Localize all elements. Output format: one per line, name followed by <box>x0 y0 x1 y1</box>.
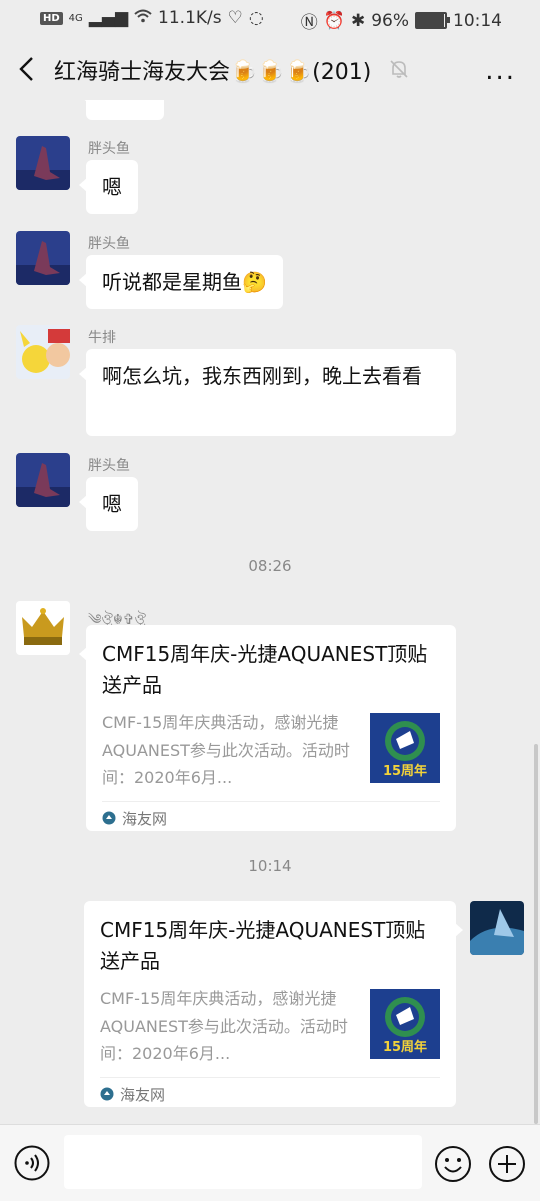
chevron-left-icon <box>19 57 33 81</box>
link-card-thumbnail: 15周年 <box>370 713 440 783</box>
thumbnail-label: 15周年 <box>383 1039 427 1055</box>
sender-name: 胖头鱼 <box>88 141 130 157</box>
link-card[interactable]: CMF15周年庆-光捷AQUANEST顶贴送产品 CMF-15周年庆典活动，感谢… <box>79 625 456 834</box>
avatar[interactable] <box>16 231 70 285</box>
nfc-icon: Ⓝ <box>300 13 318 33</box>
message-bubble[interactable]: 听说都是星期鱼🤔 <box>79 255 283 309</box>
signal-icon: ▂▄▆ <box>88 8 129 28</box>
time-divider: 08:26 <box>248 557 292 575</box>
avatar[interactable] <box>16 601 70 655</box>
smiley-icon <box>435 1146 471 1182</box>
emoji-button[interactable] <box>434 1145 472 1183</box>
link-card-title: CMF15周年庆-光捷AQUANEST顶贴送产品 <box>102 642 428 697</box>
alarm-icon: ⏰ <box>323 10 345 31</box>
chat-header: 红海骑士海友大会🍺🍺🍺(201) ... <box>0 38 540 100</box>
my-avatar[interactable] <box>470 901 524 955</box>
mute-bell-icon <box>388 58 410 80</box>
sender-name: 胖头鱼 <box>88 236 130 252</box>
plus-icon <box>489 1146 525 1182</box>
avatar[interactable] <box>16 136 70 190</box>
link-card-source: 海友网 <box>102 801 440 834</box>
net-speed: 11.1K/s <box>158 8 222 28</box>
time-divider: 10:14 <box>248 857 292 875</box>
battery-icon <box>415 12 450 29</box>
site-logo-icon <box>102 811 116 825</box>
link-card-body: CMF-15周年庆典活动，感谢光捷AQUANEST参与此次活动。活动时间：202… <box>102 709 440 791</box>
more-functions-button[interactable] <box>488 1145 526 1183</box>
message-list[interactable]: 胖头鱼 嗯 胖头鱼 听说都是星期鱼🤔 牛排 啊怎么坑，我东西刚到，晚上去看看 胖… <box>0 100 540 1124</box>
link-card-body: CMF-15周年庆典活动，感谢光捷AQUANEST参与此次活动。活动时间：202… <box>100 985 440 1067</box>
link-card-thumbnail: 15周年 <box>370 989 440 1059</box>
message-bubble[interactable]: 嗯 <box>79 477 138 531</box>
message-bubble-partial[interactable] <box>79 100 164 120</box>
sender-name: 牛排 <box>88 330 116 346</box>
link-card-source-name: 海友网 <box>122 809 168 828</box>
message-bubble[interactable]: 啊怎么坑，我东西刚到，晚上去看看 <box>79 349 456 436</box>
link-card-description: CMF-15周年庆典活动，感谢光捷AQUANEST参与此次活动。活动时间：202… <box>100 989 348 1063</box>
battery-percent: 96% <box>371 10 409 31</box>
back-button[interactable] <box>12 52 44 86</box>
link-card-source-name: 海友网 <box>120 1085 166 1104</box>
link-card-source: 海友网 <box>100 1077 440 1110</box>
bluetooth-icon: ✱ <box>350 10 366 31</box>
network-type: 4G <box>68 12 83 24</box>
link-card-title: CMF15周年庆-光捷AQUANEST顶贴送产品 <box>100 918 426 973</box>
heart-rate-icon: ♡ <box>227 8 243 28</box>
site-logo-icon <box>100 1087 114 1101</box>
thumbnail-label: 15周年 <box>383 763 427 779</box>
input-bar <box>0 1124 540 1201</box>
scrollbar[interactable] <box>534 744 538 1124</box>
wifi-icon <box>134 8 152 28</box>
message-input[interactable] <box>64 1135 422 1189</box>
message-bubble[interactable]: 嗯 <box>79 160 138 214</box>
sync-icon: ◌ <box>248 8 264 28</box>
voice-icon <box>14 1145 50 1181</box>
link-card-description: CMF-15周年庆典活动，感谢光捷AQUANEST参与此次活动。活动时间：202… <box>102 713 350 787</box>
sender-name: 胖头鱼 <box>88 458 130 474</box>
voice-input-button[interactable] <box>14 1145 50 1181</box>
avatar[interactable] <box>16 453 70 507</box>
avatar[interactable] <box>16 325 70 379</box>
chat-title: 红海骑士海友大会🍺🍺🍺(201) <box>54 60 372 85</box>
clock: 10:14 <box>453 10 502 31</box>
hd-badge: HD <box>40 11 63 25</box>
more-options-button[interactable]: ... <box>485 56 516 86</box>
link-card[interactable]: CMF15周年庆-光捷AQUANEST顶贴送产品 CMF-15周年庆典活动，感谢… <box>84 901 463 1110</box>
status-bar: HD 4G ▂▄▆ 11.1K/s ♡ ◌ Ⓝ ⏰ ✱ 96% 10:14 <box>0 0 540 38</box>
